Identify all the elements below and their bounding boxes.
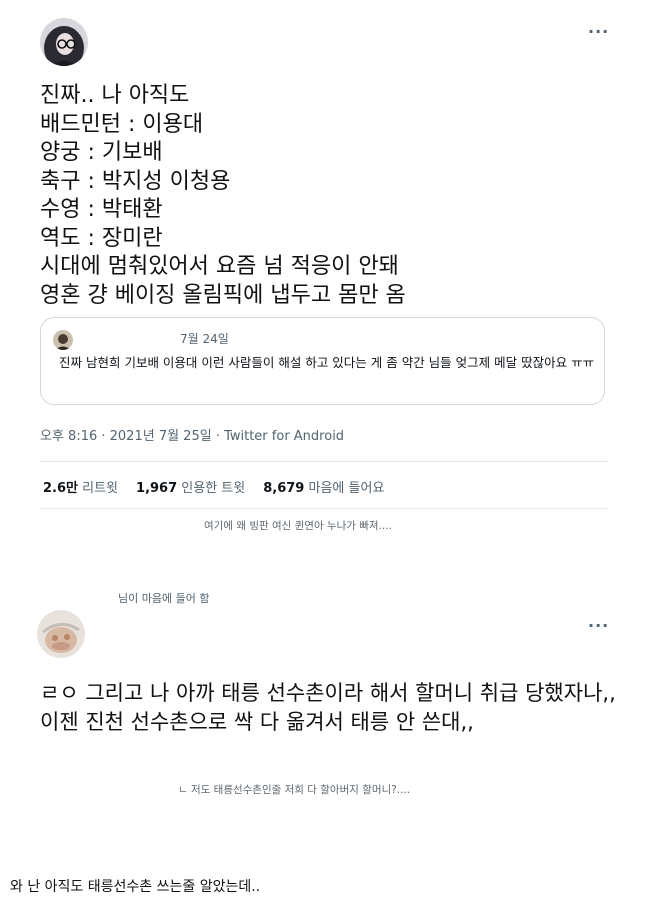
quoted-author-avatar (53, 330, 73, 350)
tweet-line: 시대에 멈춰있어서 요즘 넘 적응이 안돼 (40, 254, 399, 279)
divider (40, 461, 608, 462)
tweet-line: 양궁 : 기보배 (40, 140, 163, 165)
divider (40, 508, 608, 509)
quote-tweets-stat[interactable]: 1,967 인용한 트윗 (136, 481, 245, 496)
more-options-icon[interactable]: ··· (588, 616, 609, 635)
tweet-line: 축구 : 박지성 이청용 (40, 168, 231, 194)
retweets-stat[interactable]: 2.6만 리트윗 (43, 481, 118, 496)
quoted-tweet-text: 진짜 남현희 기보배 이용대 이런 사람들이 해설 하고 있다는 게 좀 약간 … (59, 355, 595, 370)
tweet-line: 배드민턴 : 이용대 (40, 111, 204, 137)
tweet-line: 수영 : 박태환 (40, 197, 163, 222)
more-options-icon[interactable]: ··· (588, 22, 609, 41)
caption-comment: ㄴ 저도 태릉선수촌인줄 저희 다 할아버지 할머니?.... (178, 784, 411, 796)
author-avatar[interactable] (40, 18, 88, 66)
caption-comment: 여기에 왜 빙판 여신 퀸연아 누나가 빠져.... (204, 520, 392, 532)
tweet-timestamp[interactable]: 오후 8:16 · 2021년 7월 25일 · Twitter for And… (40, 425, 344, 444)
author-avatar[interactable] (37, 610, 85, 658)
footer-comment: 와 난 아직도 태릉선수촌 쓰는줄 알았는데.. (10, 879, 261, 895)
tweet-stats: 2.6만 리트윗 1,967 인용한 트윗 8,679 마음에 들어요 (43, 477, 384, 496)
tweet-text: ㄹㅇ 그리고 나 아까 태릉 선수촌이라 해서 할머니 취급 당했자나,, 이젠… (40, 681, 616, 734)
tweet-line: 진짜.. 나 아직도 (40, 83, 190, 108)
tweet-line: 역도 : 장미란 (40, 225, 163, 251)
tweet-line: 영혼 걍 베이징 올림픽에 냅두고 몸만 옴 (40, 282, 406, 308)
liked-by-label: 님이 마음에 들어 함 (118, 592, 210, 605)
quoted-tweet-card[interactable]: 7월 24일 진짜 남현희 기보배 이용대 이런 사람들이 해설 하고 있다는 … (40, 317, 605, 405)
tweet-text: 진짜.. 나 아직도 배드민턴 : 이용대 양궁 : 기보배 축구 : 박지성 … (40, 82, 406, 310)
likes-stat[interactable]: 8,679 마음에 들어요 (263, 481, 384, 496)
quoted-tweet-date: 7월 24일 (180, 332, 229, 346)
